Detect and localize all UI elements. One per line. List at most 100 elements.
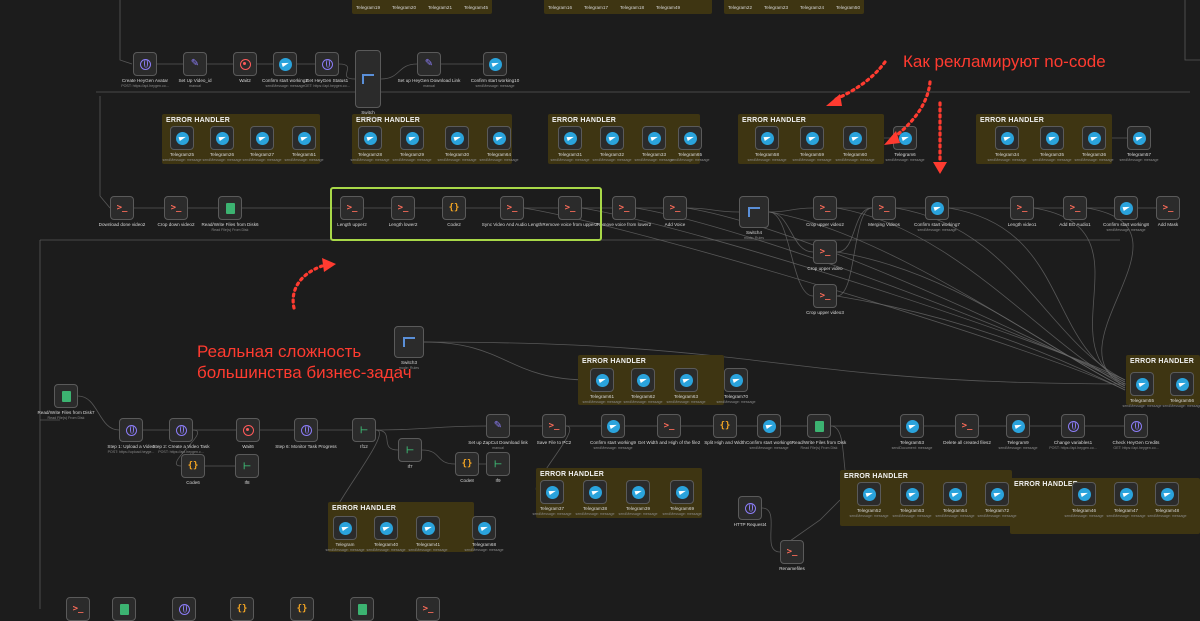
workflow-node-telegram41[interactable] <box>416 516 440 540</box>
workflow-node-code8[interactable]: {} <box>455 452 479 476</box>
workflow-node-telegram29[interactable] <box>400 126 424 150</box>
workflow-node-if7[interactable]: ⊢ <box>398 438 422 462</box>
workflow-node-crop-upper-video2[interactable]: >_ <box>813 196 837 220</box>
workflow-node-crop-upper-video[interactable]: >_ <box>813 240 837 264</box>
workflow-node-add-mask[interactable]: >_ <box>1156 196 1180 220</box>
workflow-node-read-write-files-from-disk7[interactable] <box>54 384 78 408</box>
workflow-node-split-high-and-width[interactable]: {} <box>713 414 737 438</box>
workflow-node-telegram26[interactable] <box>210 126 234 150</box>
workflow-node-telegram63[interactable] <box>674 368 698 392</box>
workflow-node-partial[interactable]: >_ <box>416 597 440 621</box>
workflow-node-telegram53[interactable] <box>900 414 924 438</box>
workflow-node-telegram[interactable] <box>333 516 357 540</box>
workflow-node-crop-upper-video3[interactable]: >_ <box>813 284 837 308</box>
workflow-node-step2-create-video-task[interactable] <box>169 418 193 442</box>
workflow-node-telegram37[interactable] <box>540 480 564 504</box>
workflow-node-telegram32[interactable] <box>600 126 624 150</box>
workflow-node-telegram65[interactable] <box>678 126 702 150</box>
workflow-node-telegram53b[interactable] <box>900 482 924 506</box>
workflow-node-telegram52[interactable] <box>857 482 881 506</box>
workflow-node-wait6[interactable] <box>236 418 260 442</box>
workflow-node-wait2[interactable] <box>233 52 257 76</box>
workflow-node-confirm-start-working2[interactable] <box>273 52 297 76</box>
workflow-canvas[interactable]: ERROR HANDLER ERROR HANDLER ERROR HANDLER E… <box>0 0 1200 621</box>
workflow-node-telegram62[interactable] <box>631 368 655 392</box>
workflow-node-add-bg-audio1[interactable]: >_ <box>1063 196 1087 220</box>
workflow-node-partial[interactable]: >_ <box>66 597 90 621</box>
workflow-node-partial[interactable]: {} <box>290 597 314 621</box>
workflow-node-confirm-start-working6[interactable] <box>757 414 781 438</box>
workflow-node-change-variables1[interactable] <box>1061 414 1085 438</box>
workflow-node-code6[interactable]: {} <box>181 454 205 478</box>
workflow-node-telegram64[interactable] <box>487 126 511 150</box>
workflow-node-telegram6[interactable] <box>893 126 917 150</box>
workflow-node-telegram27[interactable] <box>250 126 274 150</box>
workflow-node-telegram54[interactable] <box>943 482 967 506</box>
workflow-node-telegram30[interactable] <box>445 126 469 150</box>
workflow-node-telegram9[interactable] <box>1006 414 1030 438</box>
workflow-node-set-up-video-id[interactable]: ✎ <box>183 52 207 76</box>
workflow-node-telegram70[interactable] <box>724 368 748 392</box>
workflow-node-telegram38[interactable] <box>583 480 607 504</box>
workflow-node-telegram60[interactable] <box>843 126 867 150</box>
workflow-node-telegram33[interactable] <box>642 126 666 150</box>
workflow-node-get-heygen-status1[interactable] <box>315 52 339 76</box>
workflow-node-confirm-start-working8[interactable] <box>1114 196 1138 220</box>
workflow-node-switch4[interactable] <box>739 196 769 228</box>
telegram-icon <box>1135 377 1149 391</box>
workflow-node-partial[interactable] <box>112 597 136 621</box>
workflow-node-switch[interactable] <box>355 50 381 108</box>
workflow-node-crop-down-video2[interactable]: >_ <box>164 196 188 220</box>
workflow-node-check-heygen-credits[interactable] <box>1124 414 1148 438</box>
workflow-node-add-voice[interactable]: >_ <box>663 196 687 220</box>
workflow-node-merging-videos[interactable]: >_ <box>872 196 896 220</box>
workflow-node-length-video1[interactable]: >_ <box>1010 196 1034 220</box>
workflow-node-partial[interactable] <box>350 597 374 621</box>
workflow-node-telegram25[interactable] <box>170 126 194 150</box>
workflow-node-telegram28[interactable] <box>358 126 382 150</box>
workflow-node-telegram68[interactable] <box>472 516 496 540</box>
workflow-node-confirm-start-working9[interactable] <box>601 414 625 438</box>
workflow-node-telegram59[interactable] <box>800 126 824 150</box>
workflow-node-switch3[interactable] <box>394 326 424 358</box>
workflow-node-delete-all-created-files2[interactable]: >_ <box>955 414 979 438</box>
workflow-node-confirm-start-working7[interactable] <box>925 196 949 220</box>
workflow-node-telegram56[interactable] <box>1170 372 1194 396</box>
workflow-node-read-write-files-from-disk6[interactable] <box>218 196 242 220</box>
workflow-node-telegram57[interactable] <box>1127 126 1151 150</box>
workflow-node-partial[interactable]: {} <box>230 597 254 621</box>
workflow-node-telegram47[interactable] <box>1114 482 1138 506</box>
workflow-node-read-write-files-from-disk[interactable] <box>807 414 831 438</box>
workflow-node-if9[interactable]: ⊢ <box>486 452 510 476</box>
workflow-node-remove-voice-from-lower2[interactable]: >_ <box>612 196 636 220</box>
workflow-node-telegram39[interactable] <box>626 480 650 504</box>
workflow-node-telegram48[interactable] <box>1155 482 1179 506</box>
workflow-node-partial[interactable] <box>172 597 196 621</box>
workflow-node-telegram55[interactable] <box>1130 372 1154 396</box>
workflow-node-if12[interactable]: ⊢ <box>352 418 376 442</box>
workflow-node-rename-files[interactable]: >_ <box>780 540 804 564</box>
workflow-node-telegram34[interactable] <box>995 126 1019 150</box>
workflow-node-step6-monitor-task-progress[interactable] <box>294 418 318 442</box>
workflow-node-telegram35[interactable] <box>1040 126 1064 150</box>
workflow-node-set-up-zapcut-download-link[interactable]: ✎ <box>486 414 510 438</box>
file-icon <box>61 390 71 402</box>
workflow-node-telegram58[interactable] <box>755 126 779 150</box>
workflow-node-set-up-heygen-download-link[interactable]: ✎ <box>417 52 441 76</box>
workflow-node-download-done-video2[interactable]: >_ <box>110 196 134 220</box>
workflow-node-telegram40[interactable] <box>374 516 398 540</box>
workflow-node-telegram72[interactable] <box>985 482 1009 506</box>
workflow-node-save-file-to-pc2[interactable]: >_ <box>542 414 566 438</box>
workflow-node-telegram31[interactable] <box>558 126 582 150</box>
workflow-node-confirm-start-working10[interactable] <box>483 52 507 76</box>
workflow-node-telegram69[interactable] <box>670 480 694 504</box>
workflow-node-telegram61[interactable] <box>590 368 614 392</box>
workflow-node-get-width-and-high-of-the-file2[interactable]: >_ <box>657 414 681 438</box>
workflow-node-telegram46[interactable] <box>1072 482 1096 506</box>
workflow-node-telegram51[interactable] <box>292 126 316 150</box>
workflow-node-create-heygen-avatar[interactable] <box>133 52 157 76</box>
workflow-node-step1-upload-video[interactable] <box>119 418 143 442</box>
workflow-node-telegram36[interactable] <box>1082 126 1106 150</box>
workflow-node-http-request4[interactable] <box>738 496 762 520</box>
workflow-node-if8[interactable]: ⊢ <box>235 454 259 478</box>
